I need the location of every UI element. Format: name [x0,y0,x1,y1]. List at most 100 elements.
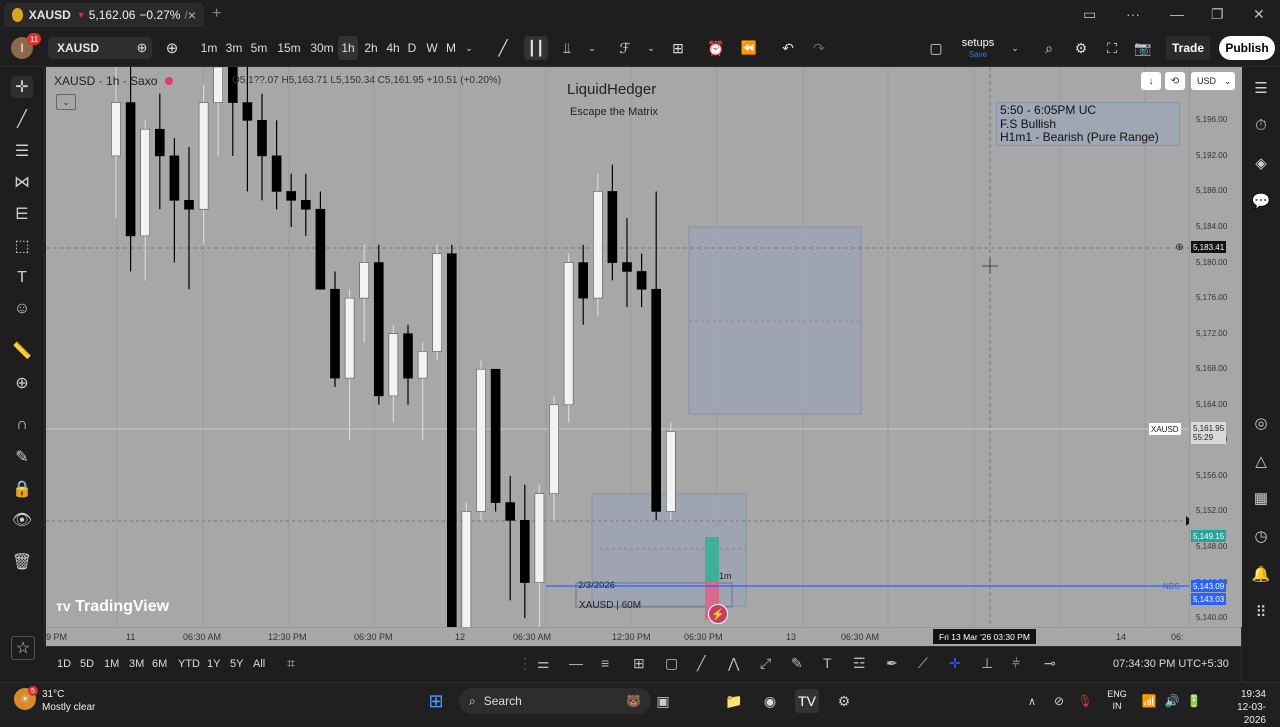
price-range-icon[interactable]: ⊸ [1044,655,1056,672]
lightning-event-icon[interactable]: ⚡ [708,604,728,624]
battery-icon[interactable]: 🔋 [1182,689,1206,713]
timeframe-W[interactable]: W [424,36,440,60]
timeframe-30m[interactable]: 30m [308,36,336,60]
apps-grid-icon[interactable]: ⠿ [1250,601,1272,623]
layout-box-icon[interactable]: ▢ [925,36,947,60]
timeframe-3m[interactable]: 3m [224,36,244,60]
windows-start-icon[interactable]: ⊞ [424,689,448,713]
quick-search-icon[interactable]: ⌕ [1038,36,1060,60]
chat-icon[interactable]: 💬 [1250,190,1272,212]
chart-pane[interactable] [46,67,1189,627]
weather-widget[interactable]: 31°C Mostly clear [42,688,95,714]
settings-app-icon[interactable]: ⚙ [832,689,856,713]
zoom-in-icon[interactable]: ⊕ [11,372,33,394]
add-symbol-icon[interactable]: ⊕ [162,36,182,60]
timeframe-4h[interactable]: 4h [384,36,402,60]
notifications-icon[interactable]: 🔔 [1250,563,1272,585]
range-5y[interactable]: 5Y [230,658,243,670]
task-view-icon[interactable]: ▣ [651,689,675,713]
range-ytd[interactable]: YTD [178,658,200,670]
path-tool-icon[interactable]: ⋀ [728,655,739,672]
range-3m[interactable]: 3M [129,658,144,670]
wifi-icon[interactable]: 📶 [1137,689,1161,713]
system-clock[interactable]: 19:34 12-03-2026 [1226,688,1266,727]
magnet-icon[interactable]: ∩ [11,414,33,436]
chart-canvas[interactable] [46,67,1189,627]
indicators-dropdown-icon[interactable]: ⌄ [644,36,658,60]
browser-tab[interactable]: XAUSD ▼ 5,162.06 −0.27% / × [4,3,204,27]
trade-button[interactable]: Trade [1166,36,1210,60]
add-alert-plus-icon[interactable]: ⊕ [1172,240,1187,254]
notes-box[interactable]: 5:50 - 6:05PM UC F.S Bullish H1m1 - Bear… [996,102,1180,146]
layout-icon[interactable]: ▭ [1083,6,1096,23]
close-window-button[interactable]: ✕ [1253,6,1265,23]
templates-icon[interactable]: ⊞ [667,36,689,60]
chart-type-dropdown-icon[interactable]: ⌄ [585,36,599,60]
fullscreen-icon[interactable]: ⛶ [1101,36,1123,60]
date-range-icon[interactable]: ⌗ [287,655,295,672]
minimize-button[interactable]: — [1170,6,1184,22]
streams-icon[interactable]: ◷ [1250,525,1272,547]
trash-icon[interactable]: 🗑 [11,551,33,573]
crosshair-blue-icon[interactable]: ✛ [949,655,961,672]
chrome-icon[interactable]: ◉ [758,689,782,713]
bars-icon[interactable]: ⫫ [556,36,578,60]
watchlist-icon[interactable]: ☰ [1250,77,1272,99]
drag-handle-icon[interactable]: ⋮ [518,655,532,672]
brush-tool-icon[interactable]: ✎ [791,655,803,672]
volume-icon[interactable]: 🔊 [1160,689,1184,713]
measure-icon[interactable]: ⟋ [918,655,928,672]
range-all[interactable]: All [253,658,265,670]
indicators-icon[interactable]: ℱ [614,36,636,60]
bottom-clock[interactable]: 07:34:30 PM UTC+5:30 [1113,658,1229,670]
text-t-icon[interactable]: T [823,655,832,671]
currency-select[interactable]: USD ⌄ [1191,72,1235,90]
range-1y[interactable]: 1Y [207,658,220,670]
crosshair-tool-icon[interactable]: ✛ [11,76,33,98]
line-chart-icon[interactable]: ╱ [492,36,514,60]
range-5d[interactable]: 5D [80,658,94,670]
undo-icon[interactable]: ↶ [777,36,799,60]
tab-close-icon[interactable]: × [188,7,196,23]
calendar-icon[interactable]: ▦ [1250,487,1272,509]
ideas-icon[interactable]: △ [1250,450,1272,472]
layers-icon[interactable]: ◈ [1250,152,1272,174]
parallel-lines-icon[interactable]: ≡ [601,655,609,671]
lock-icon[interactable]: 🔒 [11,478,33,500]
redo-icon[interactable]: ↷ [808,36,830,60]
tradingview-app-icon[interactable]: TV [795,689,819,713]
alerts-clock-icon[interactable]: ⏱ [1250,114,1272,136]
legend-collapse-icon[interactable]: ⌄ [56,94,76,110]
candles-icon[interactable]: ┃┃ [524,36,548,60]
maximize-button[interactable]: ❐ [1211,6,1224,23]
timeframe-15m[interactable]: 15m [276,36,302,60]
bars-pattern-icon[interactable]: ⫩ [1012,655,1020,672]
rectangle-tool-icon[interactable]: ▢ [665,655,678,672]
emoji-tool-icon[interactable]: ☺ [11,298,33,320]
diagonal-line-icon[interactable]: ╱ [697,655,705,672]
range-1d[interactable]: 1D [57,658,71,670]
eye-icon[interactable]: 👁 [11,509,33,531]
time-axis[interactable]: 9 PM 11 06:30 AM 12:30 PM 06:30 PM 12 06:30 AM… [46,627,1241,646]
layout-name-button[interactable]: setups Save [958,37,998,61]
timeframe-2h[interactable]: 2h [362,36,380,60]
draw-mode-icon[interactable]: ✎ [11,446,33,468]
timeframe-M[interactable]: M [443,36,459,60]
horizontal-line-icon[interactable]: — [569,655,583,671]
range-6m[interactable]: 6M [152,658,167,670]
chart-legend[interactable]: XAUSD · 1h · Saxo [54,74,173,88]
timeframe-dropdown-icon[interactable]: ⌄ [462,36,476,60]
tray-app-icon[interactable]: ⊘ [1047,689,1071,713]
microphone-icon[interactable]: 🎙 [1073,689,1097,713]
price-axis[interactable]: 5,200.005,196.005,192.005,188.005,184.00… [1189,67,1242,627]
fib-levels-icon[interactable]: ☲ [853,655,866,672]
compare-symbol-icon[interactable]: ⊕ [133,36,151,60]
timeframe-D[interactable]: D [405,36,419,60]
layout-dropdown-icon[interactable]: ⌄ [1008,36,1022,60]
object-tree-icon[interactable]: ⚌ [537,655,550,672]
tray-expand-icon[interactable]: ∧ [1020,689,1044,713]
range-1m[interactable]: 1M [104,658,119,670]
trend-line-tool-icon[interactable]: ╱ [11,108,33,130]
ray-tool-icon[interactable]: ⤢ [760,655,771,672]
timeframe-1m[interactable]: 1m [198,36,220,60]
